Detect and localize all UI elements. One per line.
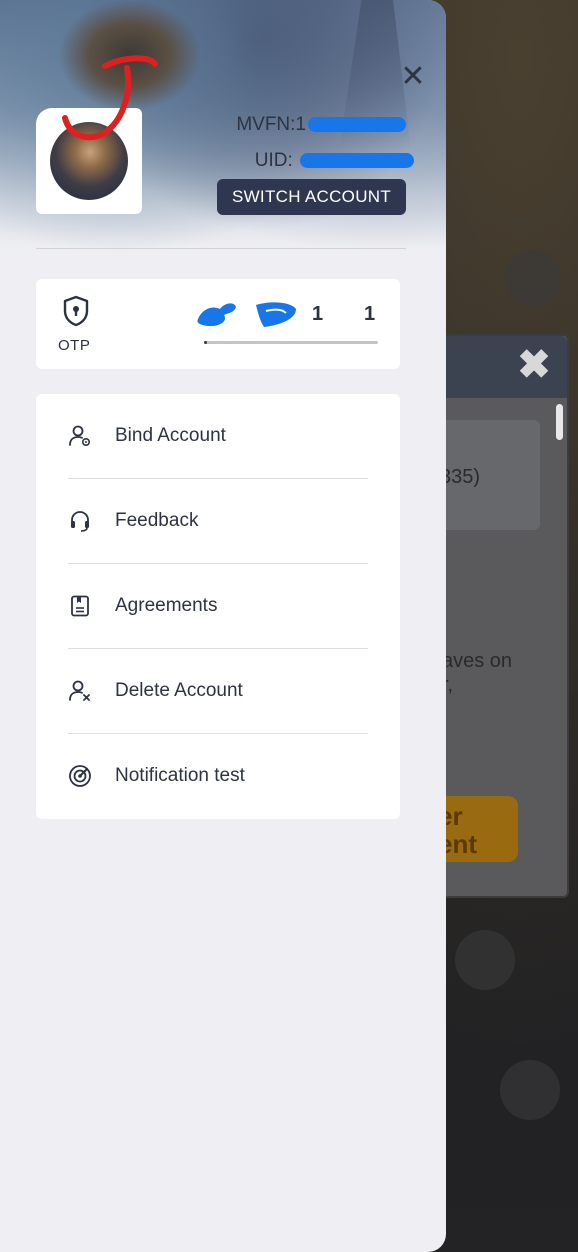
red-scribble-annotation [62, 55, 158, 141]
document-icon [71, 595, 89, 617]
menu-item-bind-account[interactable]: Bind Account [36, 394, 400, 479]
user-remove-icon [69, 680, 90, 701]
otp-card[interactable]: OTP 1 1 [36, 279, 400, 369]
account-drawer: ✕ MVFN:1 UID: SWITCH ACCOUNT OTP 1 1 Bin… [0, 0, 446, 1252]
redacted-mark [300, 153, 414, 169]
uid-label: UID: [254, 150, 293, 171]
settings-menu: Bind Account Feedback Agreements Delete … [36, 394, 400, 819]
switch-account-button[interactable]: SWITCH ACCOUNT [217, 179, 406, 215]
mvfn-value: 1 [295, 114, 306, 135]
game-button-text: ent [438, 829, 477, 859]
game-background-orb [455, 930, 515, 990]
menu-item-notification-test[interactable]: Notification test [36, 734, 400, 819]
menu-item-label: Notification test [115, 765, 245, 786]
game-scrollbar [556, 404, 563, 440]
otp-label: OTP [58, 337, 91, 354]
close-button[interactable]: ✕ [398, 62, 428, 92]
header-divider [36, 248, 406, 249]
redacted-mark [308, 117, 406, 133]
menu-item-delete-account[interactable]: Delete Account [36, 649, 400, 734]
redacted-mark [256, 302, 296, 327]
game-button-text: er [438, 801, 463, 831]
shield-lock-icon [63, 295, 89, 327]
user-gear-icon [69, 425, 91, 447]
mvfn-line: MVFN:1 [236, 114, 406, 136]
otp-progress-bar [204, 341, 378, 344]
otp-count: 1 [312, 303, 324, 325]
menu-item-label: Feedback [115, 510, 199, 531]
game-background-orb [505, 250, 561, 306]
otp-progress-fill [204, 341, 208, 344]
game-background-orb [500, 1060, 560, 1120]
mvfn-label: MVFN: [236, 114, 296, 135]
game-close-icon: ✖ [517, 343, 551, 387]
otp-count: 1 [364, 303, 376, 325]
game-text-fragment: 335) [440, 466, 481, 488]
menu-item-feedback[interactable]: Feedback [36, 479, 400, 564]
menu-item-label: Bind Account [115, 425, 226, 446]
menu-item-agreements[interactable]: Agreements [36, 564, 400, 649]
radar-icon [69, 765, 91, 787]
uid-line: UID: [255, 150, 414, 172]
menu-item-label: Delete Account [115, 680, 243, 701]
redacted-mark [197, 303, 236, 327]
game-text-fragment: aves on [442, 650, 513, 672]
menu-item-label: Agreements [115, 595, 218, 616]
headset-icon [71, 511, 89, 532]
